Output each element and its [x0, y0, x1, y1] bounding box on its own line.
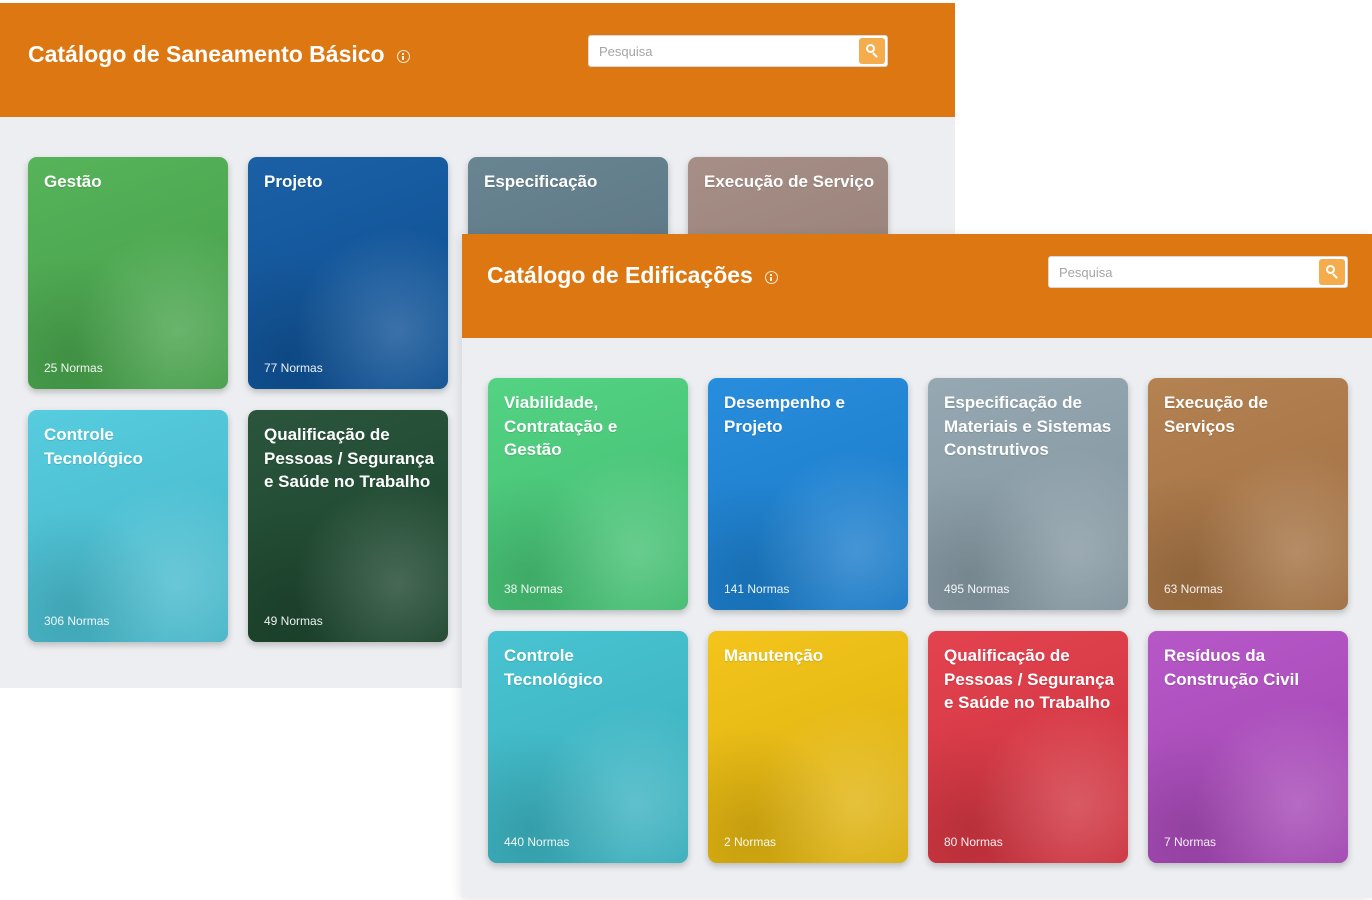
search-button[interactable] — [1319, 259, 1345, 285]
category-card-count: 141 Normas — [724, 582, 790, 596]
category-card-count: 49 Normas — [264, 614, 323, 628]
category-card[interactable]: Execução de Serviços 63 Normas — [1148, 378, 1348, 610]
category-card-count: 77 Normas — [264, 361, 323, 375]
category-card-title: Execução de Serviços — [1164, 393, 1268, 436]
category-card-title: Projeto — [264, 172, 323, 191]
search-box — [1048, 256, 1348, 288]
search-box — [588, 35, 888, 67]
catalog-header: Catálogo de Saneamento Básico — [0, 3, 955, 117]
category-card[interactable]: Gestão 25 Normas — [28, 157, 228, 389]
category-card[interactable]: Viabilidade, Contratação e Gestão 38 Nor… — [488, 378, 688, 610]
category-card[interactable]: Manutenção 2 Normas — [708, 631, 908, 863]
category-card[interactable]: Resíduos da Construção Civil 7 Normas — [1148, 631, 1348, 863]
search-input[interactable] — [1049, 257, 1319, 287]
category-card-count: 306 Normas — [44, 614, 110, 628]
category-card[interactable]: Controle Tecnológico 306 Normas — [28, 410, 228, 642]
catalog-header: Catálogo de Edificações — [462, 234, 1372, 338]
category-card-count: 25 Normas — [44, 361, 103, 375]
category-card[interactable]: Controle Tecnológico 440 Normas — [488, 631, 688, 863]
category-card-count: 495 Normas — [944, 582, 1010, 596]
category-card-count: 2 Normas — [724, 835, 777, 849]
category-card[interactable]: Especificação de Materiais e Sistemas Co… — [928, 378, 1128, 610]
info-icon[interactable] — [396, 50, 410, 63]
category-card-title: Qualificação de Pessoas / Segurança e Sa… — [264, 425, 435, 491]
search-input[interactable] — [589, 36, 859, 66]
category-card-title: Gestão — [44, 172, 102, 191]
category-card[interactable]: Qualificação de Pessoas / Segurança e Sa… — [928, 631, 1128, 863]
search-button[interactable] — [859, 38, 885, 64]
info-icon[interactable] — [764, 271, 778, 284]
category-card-title: Desempenho e Projeto — [724, 393, 845, 436]
category-card-count: 440 Normas — [504, 835, 570, 849]
catalog-title: Catálogo de Edificações — [487, 262, 778, 289]
category-card-count: 7 Normas — [1164, 835, 1217, 849]
category-card-title: Controle Tecnológico — [44, 425, 143, 468]
category-card-count: 38 Normas — [504, 582, 563, 596]
catalog-title-text: Catálogo de Saneamento Básico — [28, 41, 385, 67]
category-card-title: Especificação — [484, 172, 598, 191]
category-card-count: 80 Normas — [944, 835, 1003, 849]
category-card[interactable]: Qualificação de Pessoas / Segurança e Sa… — [248, 410, 448, 642]
category-card-title: Execução de Serviço — [704, 172, 875, 191]
category-card-title: Qualificação de Pessoas / Segurança e Sa… — [944, 646, 1115, 712]
category-card[interactable]: Desempenho e Projeto 141 Normas — [708, 378, 908, 610]
catalog-panel-edificacoes: Catálogo de Edificações Viabilidade, Con… — [462, 234, 1372, 898]
category-card[interactable]: Projeto 77 Normas — [248, 157, 448, 389]
category-card-title: Controle Tecnológico — [504, 646, 603, 689]
category-card-title: Especificação de Materiais e Sistemas Co… — [944, 393, 1112, 459]
category-card-count: 63 Normas — [1164, 582, 1223, 596]
category-card-title: Viabilidade, Contratação e Gestão — [504, 393, 618, 459]
category-card-title: Manutenção — [724, 646, 824, 665]
catalog-title-text: Catálogo de Edificações — [487, 262, 753, 288]
category-card-title: Resíduos da Construção Civil — [1164, 646, 1300, 689]
catalog-title: Catálogo de Saneamento Básico — [28, 41, 410, 68]
